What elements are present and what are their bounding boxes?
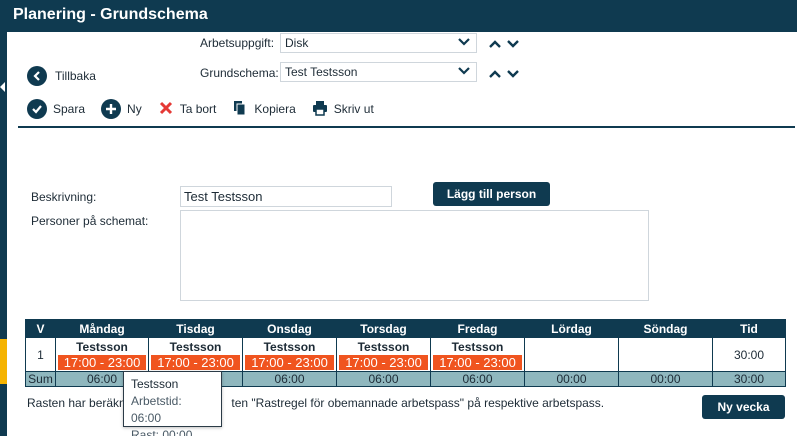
day-cell-tuesday[interactable]: Testsson 17:00 - 23:00	[148, 337, 243, 372]
description-input[interactable]: Test Testsson	[180, 186, 392, 207]
header-cell: Fredag	[430, 319, 525, 338]
header-cell: Tisdag	[148, 319, 243, 338]
sum-cell: 06:00	[242, 371, 337, 387]
sidebar-accent	[0, 339, 7, 384]
shift-time[interactable]: 17:00 - 23:00	[433, 354, 522, 370]
print-button[interactable]: Skriv ut	[312, 100, 374, 119]
grundschema-nav	[488, 67, 520, 81]
sum-cell: 06:00	[336, 371, 431, 387]
week-number: 1	[25, 337, 56, 372]
grundschema-up-icon[interactable]	[488, 67, 502, 81]
add-person-button[interactable]: Lägg till person	[433, 182, 550, 206]
tooltip-break: Rast: 00:00	[131, 428, 193, 436]
shift-person: Testsson	[263, 339, 316, 354]
day-cell-wednesday[interactable]: Testsson 17:00 - 23:00	[242, 337, 337, 372]
delete-button[interactable]: Ta bort	[158, 100, 217, 119]
collapse-arrow-icon[interactable]	[0, 82, 5, 92]
note-text-start: Rasten har beräkna	[27, 396, 133, 410]
arbetsuppgift-value: Disk	[285, 36, 309, 50]
header-cell: Lördag	[524, 319, 619, 338]
arbetsuppgift-label: Arbetsuppgift:	[200, 36, 275, 50]
persons-textarea[interactable]	[180, 210, 649, 301]
shift-tooltip: Testsson Arbetstid: 06:00 Rast: 00:00	[123, 371, 222, 436]
delete-label: Ta bort	[179, 102, 217, 116]
toolbar: Spara Ny Ta bort Kopiera Skriv ut	[27, 99, 390, 119]
persons-label: Personer på schemat:	[31, 214, 149, 228]
grundschema-value: Test Testsson	[285, 65, 358, 79]
copy-icon	[232, 100, 248, 119]
header-row: V Måndag Tisdag Onsdag Torsdag Fredag Lö…	[25, 319, 786, 338]
arbetsuppgift-select[interactable]: Disk	[280, 33, 477, 53]
chevron-down-icon	[458, 36, 470, 51]
grundschema-down-icon[interactable]	[506, 67, 520, 81]
arbetsuppgift-nav	[488, 37, 520, 51]
title-bar: Planering - Grundschema	[0, 0, 797, 32]
shift-person: Testsson	[357, 339, 410, 354]
shift-time[interactable]: 17:00 - 23:00	[245, 354, 334, 370]
header-cell: Torsdag	[336, 319, 431, 338]
week-total: 30:00	[712, 337, 786, 372]
copy-label: Kopiera	[254, 102, 296, 116]
shift-time[interactable]: 17:00 - 23:00	[58, 354, 146, 370]
arbetsuppgift-up-icon[interactable]	[488, 37, 502, 51]
day-cell-saturday[interactable]	[524, 337, 619, 372]
header-cell: V	[25, 319, 56, 338]
note-text-end: ten "Rastregel för obemannade arbetspass…	[231, 396, 605, 410]
left-sidebar-strip[interactable]	[0, 32, 7, 436]
tooltip-worktime: Arbetstid: 06:00	[131, 394, 182, 425]
day-cell-sunday[interactable]	[618, 337, 713, 372]
back-button[interactable]: Tillbaka	[27, 66, 96, 86]
sum-label: Sum	[25, 371, 56, 387]
day-cell-monday[interactable]: Testsson 17:00 - 23:00	[55, 337, 149, 372]
header-cell: Måndag	[55, 319, 149, 338]
chevron-down-icon	[458, 65, 470, 80]
tooltip-name: Testsson	[131, 377, 179, 391]
header-cell: Söndag	[618, 319, 713, 338]
print-label: Skriv ut	[333, 102, 374, 116]
header-cell: Tid	[712, 319, 786, 338]
close-icon	[158, 100, 174, 119]
save-label: Spara	[53, 102, 86, 116]
shift-person: Testsson	[169, 339, 222, 354]
grundschema-label: Grundschema:	[200, 66, 279, 80]
back-label: Tillbaka	[55, 69, 96, 83]
copy-button[interactable]: Kopiera	[232, 100, 296, 119]
shift-time[interactable]: 17:00 - 23:00	[339, 354, 428, 370]
new-week-button[interactable]: Ny vecka	[702, 395, 785, 419]
shift-time[interactable]: 17:00 - 23:00	[151, 354, 240, 370]
back-arrow-icon	[27, 66, 47, 86]
table-row: 1 Testsson 17:00 - 23:00 Testsson 17:00 …	[25, 337, 786, 372]
sum-cell: 00:00	[618, 371, 713, 387]
toolbar-divider	[18, 126, 795, 128]
sum-cell: 30:00	[712, 371, 786, 387]
check-icon	[27, 99, 47, 119]
sum-cell: 00:00	[524, 371, 619, 387]
break-rule-note: Rasten har beräkna ten "Rastregel för obe…	[27, 396, 604, 410]
save-button[interactable]: Spara	[27, 99, 85, 119]
page-title: Planering - Grundschema	[13, 6, 208, 23]
grundschema-select[interactable]: Test Testsson	[280, 62, 477, 82]
header-cell: Onsdag	[242, 319, 337, 338]
printer-icon	[312, 100, 328, 119]
new-label: Ny	[127, 102, 142, 116]
day-cell-thursday[interactable]: Testsson 17:00 - 23:00	[336, 337, 431, 372]
plus-icon	[101, 99, 122, 119]
shift-person: Testsson	[451, 339, 504, 354]
shift-person: Testsson	[76, 339, 128, 354]
new-button[interactable]: Ny	[101, 99, 142, 119]
description-label: Beskrivning:	[31, 190, 97, 204]
arbetsuppgift-down-icon[interactable]	[506, 37, 520, 51]
sum-cell: 06:00	[430, 371, 525, 387]
day-cell-friday[interactable]: Testsson 17:00 - 23:00	[430, 337, 525, 372]
